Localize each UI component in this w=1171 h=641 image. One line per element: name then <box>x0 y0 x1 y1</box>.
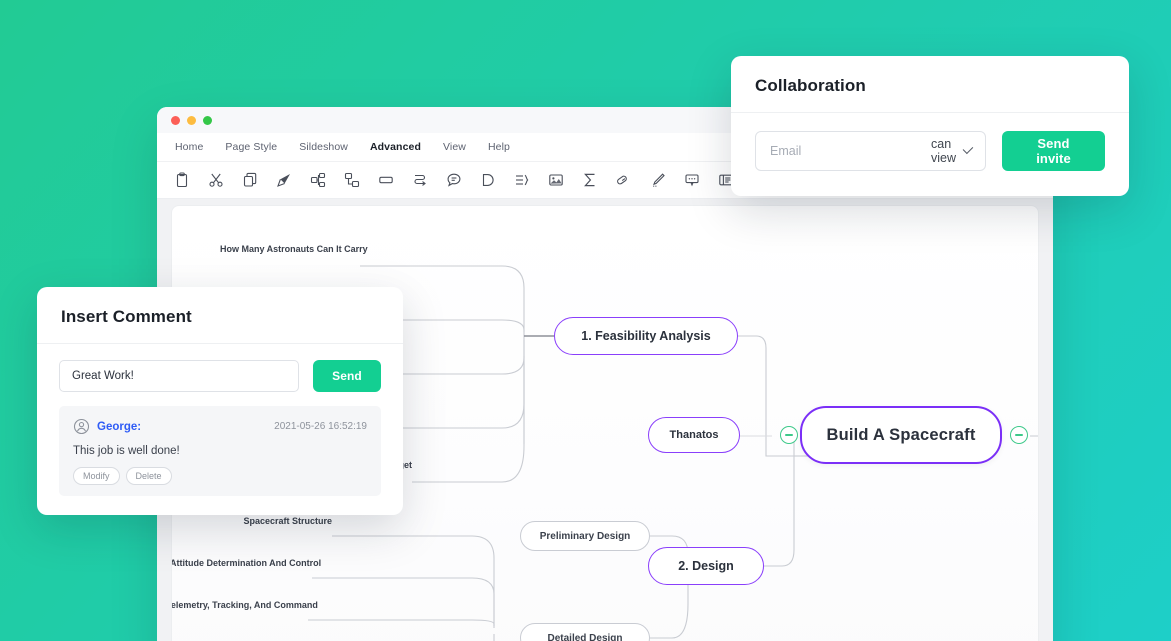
clipboard-icon[interactable] <box>173 171 191 189</box>
window-maximize-button[interactable] <box>203 115 212 125</box>
leaf-label-spacecraft-structure[interactable]: Spacecraft Structure <box>182 516 332 526</box>
node-feasibility-analysis[interactable]: 1. Feasibility Analysis <box>554 317 738 355</box>
delete-comment-button[interactable]: Delete <box>125 467 172 485</box>
pen-icon[interactable] <box>649 171 667 189</box>
insert-comment-title: Insert Comment <box>61 307 192 326</box>
menu-item-view[interactable]: View <box>443 141 466 153</box>
image-icon[interactable] <box>547 171 565 189</box>
email-input[interactable] <box>770 144 931 158</box>
node-design[interactable]: 2. Design <box>648 547 764 585</box>
hyperlink-icon[interactable] <box>615 171 633 189</box>
menu-item-page-style[interactable]: Page Style <box>225 141 277 153</box>
topic-box-icon[interactable] <box>377 171 395 189</box>
leaf-label-astronauts-carry[interactable]: How Many Astronauts Can It Carry <box>220 244 368 254</box>
formula-icon[interactable] <box>581 171 599 189</box>
invite-field-group[interactable]: can view <box>755 131 986 171</box>
comment-item: George: 2021-05-26 16:52:19 This job is … <box>59 406 381 496</box>
window-minimize-button[interactable] <box>187 115 196 125</box>
permission-dropdown[interactable]: can view <box>931 137 974 165</box>
collaboration-panel: Collaboration can view Send invite <box>731 56 1129 196</box>
node-detailed-design[interactable]: Detailed Design <box>520 623 650 641</box>
collaboration-body: can view Send invite <box>731 113 1129 189</box>
comment-text: This job is well done! <box>73 445 180 457</box>
subtopic-icon[interactable] <box>309 171 327 189</box>
node-thanatos[interactable]: Thanatos <box>648 417 740 453</box>
child-topic-icon[interactable] <box>343 171 361 189</box>
outline-icon[interactable] <box>513 171 531 189</box>
copy-icon[interactable] <box>241 171 259 189</box>
insert-comment-body: Send George: 2021-05-26 16:52:19 This jo… <box>37 344 403 515</box>
modify-comment-button[interactable]: Modify <box>73 467 120 485</box>
comment-timestamp: 2021-05-26 16:52:19 <box>274 421 367 432</box>
menu-item-help[interactable]: Help <box>488 141 510 153</box>
relationship-icon[interactable] <box>411 171 429 189</box>
menu-item-slideshow[interactable]: Sildeshow <box>299 141 348 153</box>
leaf-label-attitude-control[interactable]: Attitude Determination And Control <box>172 558 321 568</box>
collaboration-title: Collaboration <box>755 76 866 95</box>
comment-bubble-icon[interactable] <box>445 171 463 189</box>
callout-icon[interactable] <box>479 171 497 189</box>
leaf-label-telemetry[interactable]: Telemetry, Tracking, And Command <box>172 600 318 610</box>
note-icon[interactable] <box>683 171 701 189</box>
comment-meta-row: George: 2021-05-26 16:52:19 <box>73 418 367 435</box>
node-preliminary-design[interactable]: Preliminary Design <box>520 521 650 551</box>
collapse-toggle-right[interactable] <box>1010 426 1028 444</box>
send-invite-button[interactable]: Send invite <box>1002 131 1105 171</box>
menu-item-home[interactable]: Home <box>175 141 203 153</box>
window-close-button[interactable] <box>171 115 180 125</box>
comment-compose-row: Send <box>59 360 381 392</box>
send-comment-button[interactable]: Send <box>313 360 381 392</box>
node-root-build-a-spacecraft[interactable]: Build A Spacecraft <box>800 406 1002 464</box>
insert-comment-panel: Insert Comment Send George: 2021-05-26 1… <box>37 287 403 515</box>
permission-label: can view <box>931 137 957 165</box>
user-avatar-icon <box>73 418 90 435</box>
collaboration-header: Collaboration <box>731 56 1129 113</box>
comment-input[interactable] <box>59 360 299 392</box>
menu-item-advanced[interactable]: Advanced <box>370 141 421 153</box>
comment-actions: Modify Delete <box>73 467 367 485</box>
insert-comment-header: Insert Comment <box>37 287 403 344</box>
comment-author: George: <box>97 420 142 433</box>
chevron-down-icon <box>962 142 974 154</box>
collapse-toggle-left[interactable] <box>780 426 798 444</box>
format-painter-icon[interactable] <box>275 171 293 189</box>
scissors-icon[interactable] <box>207 171 225 189</box>
